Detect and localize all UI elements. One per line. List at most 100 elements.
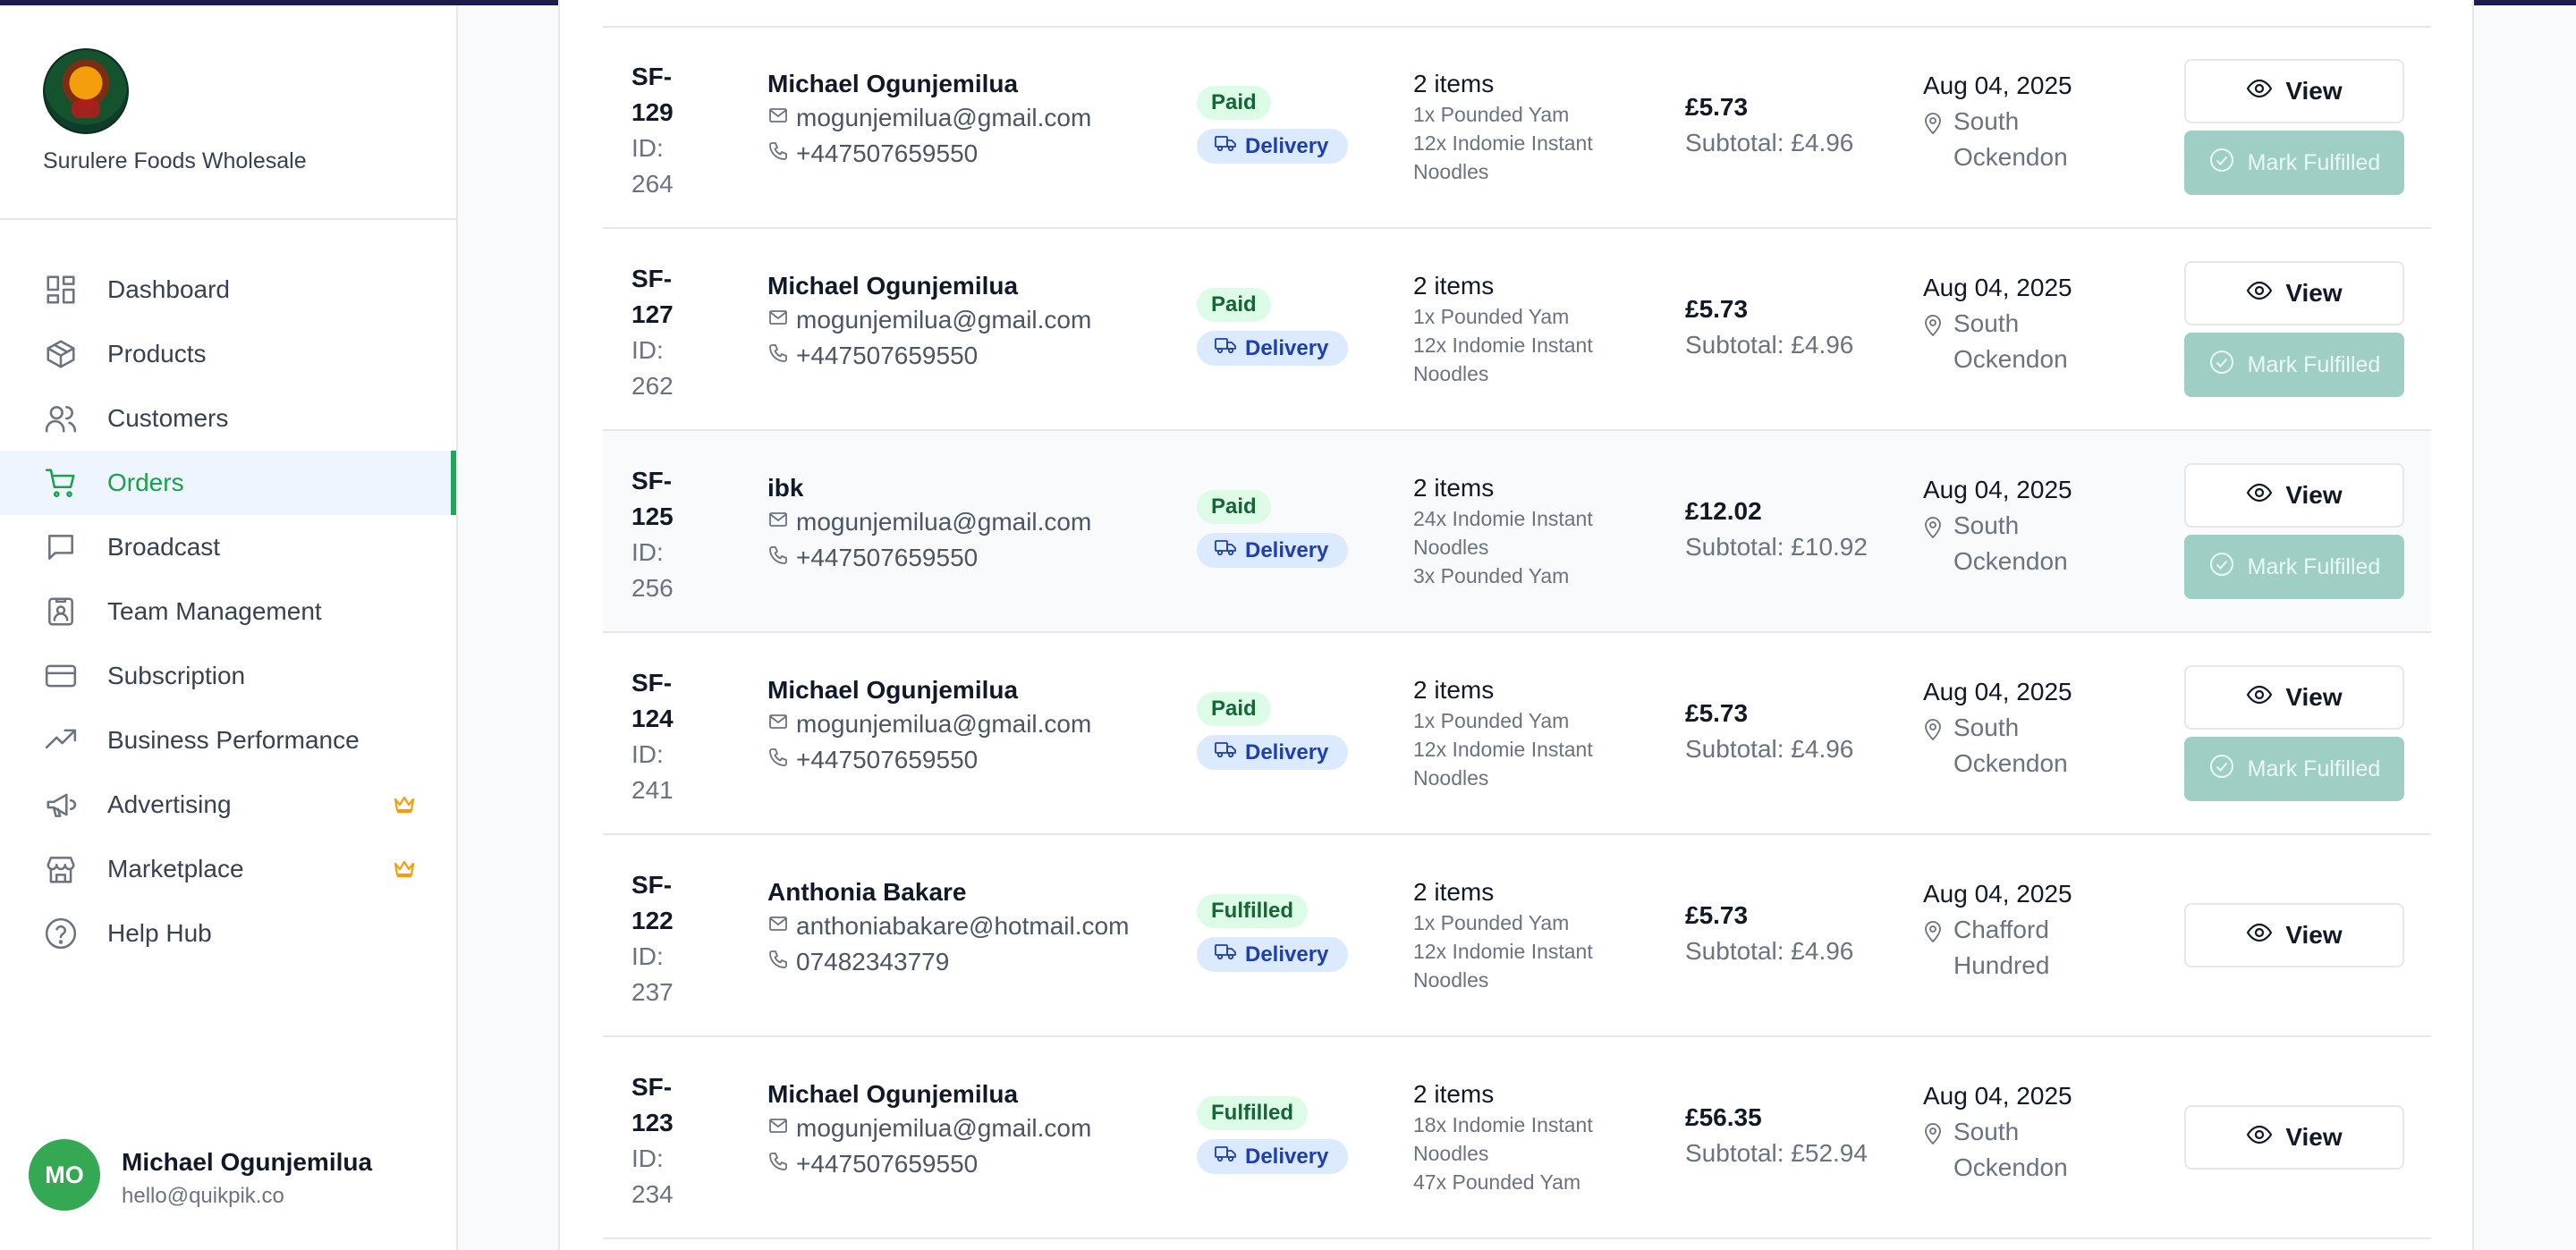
order-id-cell: SF-123 ID: 234 (631, 1069, 703, 1212)
sidebar-item-dashboard[interactable]: Dashboard (0, 258, 456, 322)
items-list: 24x Indomie Instant Noodles 3x Pounded Ya… (1413, 504, 1673, 590)
items-count: 2 items (1413, 878, 1495, 906)
table-row[interactable]: SF-123 ID: 234 Michael Ogunjemilua mogunjem… (603, 1037, 2431, 1239)
table-row[interactable]: SF-129 ID: 264 Michael Ogunjemilua mogunjem… (603, 27, 2431, 229)
view-button[interactable]: View (2184, 903, 2404, 967)
mark-fulfilled-button[interactable]: Mark Fulfilled (2184, 737, 2404, 801)
map-pin-icon (1923, 306, 1953, 342)
mail-icon (767, 706, 796, 742)
brand-logo[interactable] (43, 48, 129, 134)
customer-name: ibk (767, 474, 804, 502)
mail-icon (767, 100, 796, 136)
delivery-badge: Delivery (1197, 1139, 1349, 1174)
customer-phone-line: +447507659550 (767, 1146, 1161, 1182)
user-profile[interactable]: MO Michael Ogunjemilua hello@quikpik.co (29, 1139, 440, 1211)
brand-name: Surulere Foods Wholesale (43, 148, 307, 173)
avatar[interactable]: MO (29, 1139, 100, 1211)
order-location: Chafford Hundred (1953, 916, 2050, 979)
sidebar-item-broadcast[interactable]: Broadcast (0, 515, 456, 579)
eye-icon (2246, 921, 2285, 950)
order-location: South Ockendon (1953, 1118, 2068, 1181)
mark-fulfilled-button[interactable]: Mark Fulfilled (2184, 131, 2404, 195)
customer-email: mogunjemilua@gmail.com (796, 508, 1092, 536)
customer-cell: Anthonia Bakare anthoniabakare@hotmail.co… (767, 876, 1161, 980)
sidebar-item-label: Help Hub (107, 919, 212, 947)
table-row[interactable]: SF-127 ID: 262 Michael Ogunjemilua mogunjem… (603, 229, 2431, 431)
customer-email: mogunjemilua@gmail.com (796, 306, 1092, 334)
view-button-label: View (2285, 921, 2343, 949)
sidebar-item-help[interactable]: Help Hub (0, 901, 456, 966)
items-list: 1x Pounded Yam 12x Indomie Instant Noodle… (1413, 100, 1673, 186)
eye-icon (2246, 77, 2285, 106)
delivery-badge: Delivery (1197, 937, 1349, 972)
sidebar-item-advertising[interactable]: Advertising (0, 773, 456, 837)
order-number[interactable]: SF-125 (631, 463, 703, 535)
phone-icon (767, 136, 796, 172)
customer-cell: Michael Ogunjemilua mogunjemilua@gmail.co… (767, 674, 1161, 778)
items-list: 1x Pounded Yam 12x Indomie Instant Noodle… (1413, 908, 1673, 994)
view-button[interactable]: View (2184, 59, 2404, 123)
status-badge: Paid (1197, 692, 1271, 726)
list-item: 12x Indomie Instant Noodles (1413, 940, 1593, 992)
sidebar-item-customers[interactable]: Customers (0, 386, 456, 451)
date-cell: Aug 04, 2025 South Ockendon (1923, 270, 2138, 377)
view-button-label: View (2285, 481, 2343, 509)
users-icon (43, 401, 79, 436)
view-button[interactable]: View (2184, 463, 2404, 528)
sidebar-item-subscription[interactable]: Subscription (0, 644, 456, 708)
order-location: South Ockendon (1953, 714, 2068, 777)
list-item: 12x Indomie Instant Noodles (1413, 334, 1593, 385)
trending-up-icon (43, 722, 79, 758)
mark-fulfilled-button[interactable]: Mark Fulfilled (2184, 333, 2404, 397)
order-number[interactable]: SF-124 (631, 665, 703, 737)
customer-phone: +447507659550 (796, 342, 979, 369)
table-row[interactable]: SF-122 ID: 237 Anthonia Bakare anthoniabaka… (603, 835, 2431, 1037)
mark-fulfilled-label: Mark Fulfilled (2247, 351, 2381, 377)
order-date: Aug 04, 2025 (1923, 880, 2072, 908)
view-button[interactable]: View (2184, 261, 2404, 325)
user-email: hello@quikpik.co (122, 1184, 284, 1208)
megaphone-icon (43, 787, 79, 823)
total-cell: £5.73 Subtotal: £4.96 (1685, 89, 1900, 161)
order-number[interactable]: SF-123 (631, 1069, 703, 1141)
customer-phone: +447507659550 (796, 139, 979, 167)
sidebar-item-label: Subscription (107, 662, 246, 689)
table-row[interactable]: SF-125 ID: 256 ibk mogunjemilua@gmail.com +4… (603, 431, 2431, 633)
total-cell: £56.35 Subtotal: £52.94 (1685, 1100, 1900, 1171)
badges-cell: Paid Delivery (1197, 86, 1376, 164)
actions-cell: View (2184, 1105, 2404, 1170)
sidebar-item-products[interactable]: Products (0, 322, 456, 386)
sidebar-item-orders[interactable]: Orders (0, 451, 456, 515)
message-icon (43, 529, 79, 565)
order-number[interactable]: SF-129 (631, 59, 703, 131)
badges-cell: Paid Delivery (1197, 692, 1376, 770)
map-pin-icon (1923, 508, 1953, 544)
actions-cell: View Mark Fulfilled (2184, 665, 2404, 801)
order-id-cell: SF-129 ID: 264 (631, 59, 703, 202)
view-button[interactable]: View (2184, 665, 2404, 730)
sidebar-item-marketplace[interactable]: Marketplace (0, 837, 456, 901)
customer-name: Michael Ogunjemilua (767, 70, 1019, 97)
crown-icon (394, 860, 415, 878)
table-row[interactable]: SF-124 ID: 241 Michael Ogunjemilua mogunjem… (603, 633, 2431, 835)
customer-cell: Michael Ogunjemilua mogunjemilua@gmail.co… (767, 1078, 1161, 1182)
sidebar-item-label: Dashboard (107, 275, 230, 303)
list-item: 1x Pounded Yam (1413, 305, 1570, 328)
order-total: £56.35 (1685, 1103, 1762, 1131)
customer-phone-line: +447507659550 (767, 136, 1161, 172)
order-id: ID: 234 (631, 1144, 674, 1208)
order-total: £5.73 (1685, 901, 1749, 929)
delivery-label: Delivery (1245, 335, 1329, 360)
order-id: ID: 262 (631, 336, 674, 400)
mark-fulfilled-button[interactable]: Mark Fulfilled (2184, 535, 2404, 599)
order-number[interactable]: SF-127 (631, 261, 703, 333)
sidebar-item-performance[interactable]: Business Performance (0, 708, 456, 773)
order-id: ID: 256 (631, 538, 674, 602)
order-id: ID: 237 (631, 942, 674, 1006)
order-subtotal: Subtotal: £4.96 (1685, 735, 1854, 763)
orders-table: SF-129 ID: 264 Michael Ogunjemilua mogunjem… (603, 27, 2431, 1239)
badges-cell: Paid Delivery (1197, 288, 1376, 366)
sidebar-item-team[interactable]: Team Management (0, 579, 456, 644)
view-button[interactable]: View (2184, 1105, 2404, 1170)
order-number[interactable]: SF-122 (631, 867, 703, 939)
